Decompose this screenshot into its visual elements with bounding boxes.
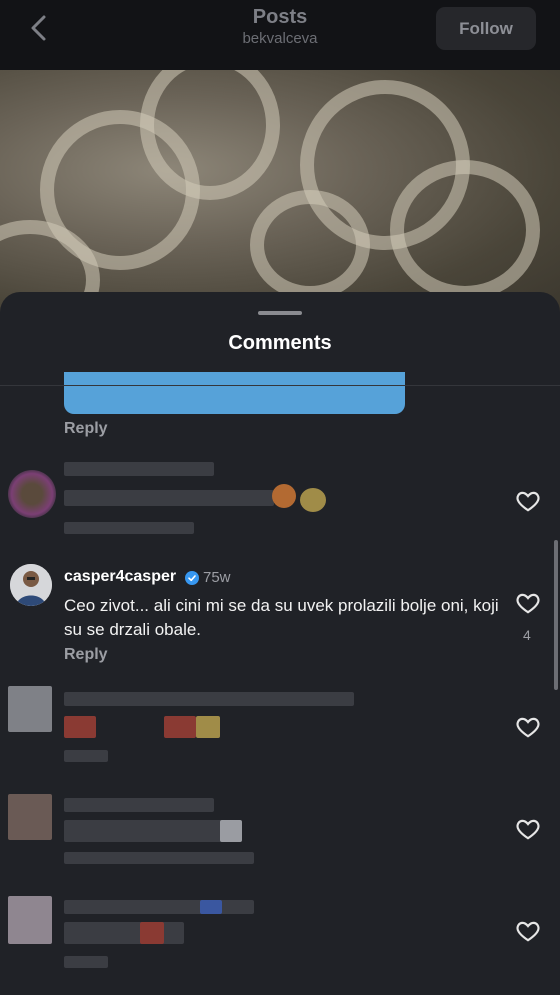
top-navigation-bar: Posts bekvalceva Follow (0, 0, 560, 70)
blurred-username (64, 462, 214, 476)
blurred-text (64, 820, 234, 842)
comments-sheet: Comments Reply casper4casper 75w Ceo ziv… (0, 292, 560, 995)
blurred-emoji (64, 716, 96, 738)
reply-button[interactable]: Reply (64, 420, 108, 438)
blurred-text (64, 922, 184, 944)
follow-button[interactable]: Follow (436, 7, 536, 50)
blurred-emoji (200, 900, 222, 914)
heart-outline-icon[interactable] (515, 488, 541, 514)
blurred-emoji (196, 716, 220, 738)
blurred-meta (64, 750, 108, 762)
blurred-username (64, 798, 214, 812)
comment-media-attachment[interactable] (64, 372, 405, 414)
blurred-emoji (220, 820, 242, 842)
blurred-meta (64, 852, 254, 864)
avatar[interactable] (8, 896, 52, 944)
avatar[interactable] (8, 470, 56, 518)
blurred-emoji (164, 716, 196, 738)
avatar-image (10, 564, 52, 606)
avatar[interactable] (8, 686, 52, 732)
blurred-emoji (140, 922, 164, 944)
heart-outline-icon[interactable] (515, 590, 541, 616)
sheet-divider (0, 385, 560, 386)
blurred-emoji (300, 488, 326, 512)
blurred-username (64, 900, 254, 914)
blurred-username (64, 692, 354, 706)
blurred-meta (64, 956, 108, 968)
blurred-emoji (272, 484, 296, 508)
comment-timestamp: 75w (203, 569, 231, 586)
blurred-text (64, 490, 274, 506)
verified-badge-icon (185, 571, 199, 585)
post-photo (0, 70, 560, 320)
avatar[interactable] (8, 794, 52, 840)
reply-button[interactable]: Reply (64, 646, 108, 664)
heart-outline-icon[interactable] (515, 714, 541, 740)
scrollbar[interactable] (554, 540, 558, 690)
heart-outline-icon[interactable] (515, 918, 541, 944)
heart-outline-icon[interactable] (515, 816, 541, 842)
comment-username[interactable]: casper4casper (64, 568, 176, 586)
comment-text: Ceo zivot... ali cini mi se da su uvek p… (64, 596, 499, 639)
sheet-title: Comments (228, 332, 332, 354)
avatar[interactable] (10, 564, 52, 606)
blurred-meta (64, 522, 194, 534)
like-count: 4 (523, 627, 531, 643)
sheet-grabber[interactable] (258, 311, 302, 315)
